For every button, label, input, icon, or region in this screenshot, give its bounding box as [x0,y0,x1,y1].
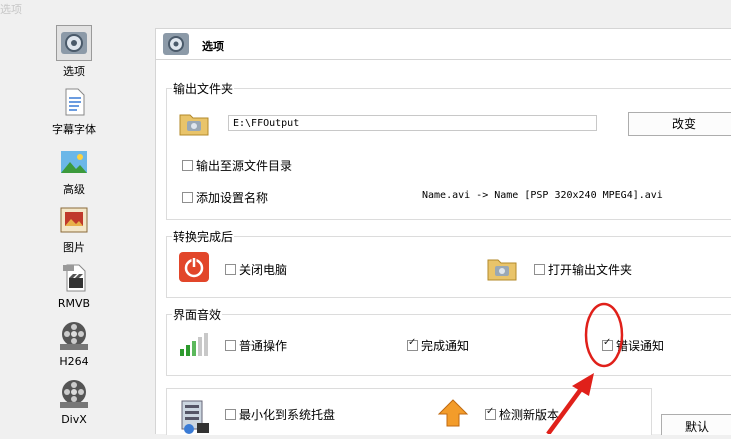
annotation-circle [584,302,624,368]
annotation-arrow-head [572,373,594,396]
annotation-arrow-shaft [546,383,586,434]
annotation-overlay [546,302,624,434]
